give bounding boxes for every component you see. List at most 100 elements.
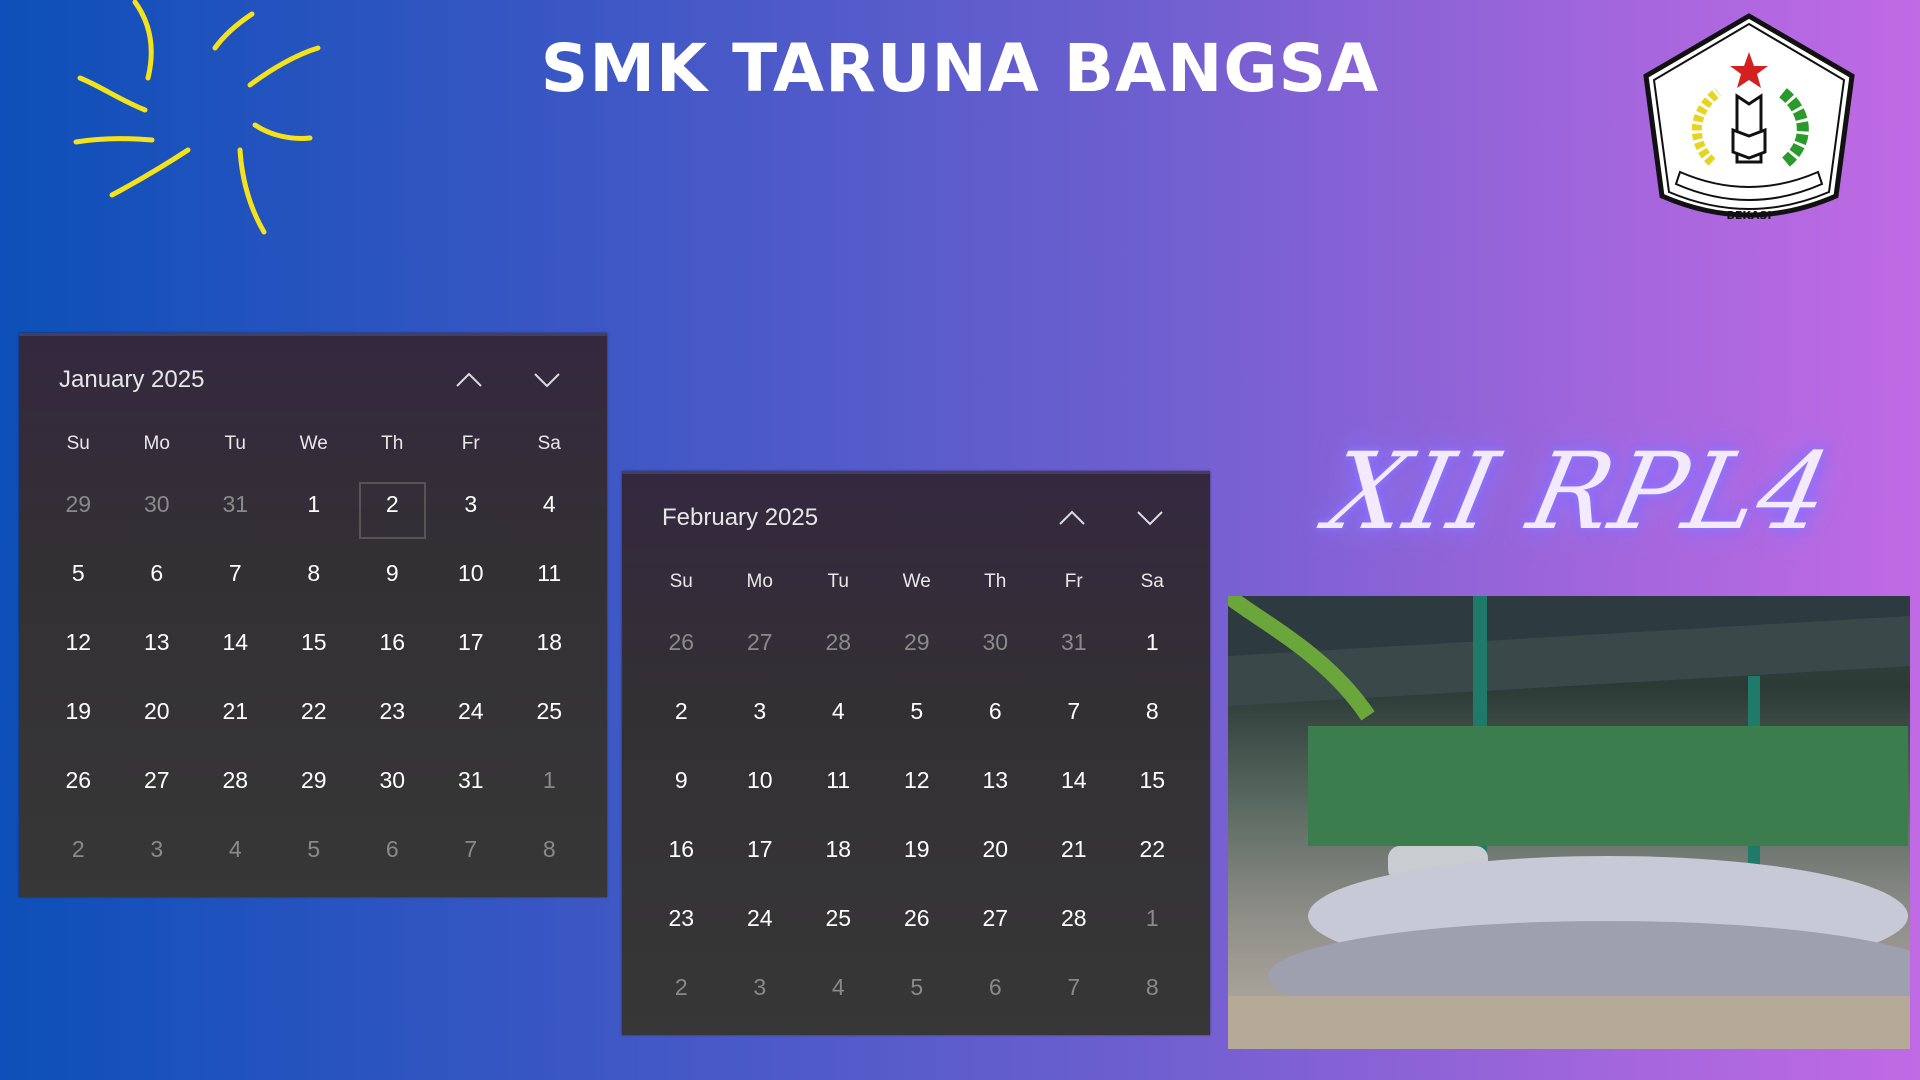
day-cell-other-month[interactable]: 1 <box>510 752 589 821</box>
day-cell[interactable]: 1 <box>275 476 354 545</box>
chevron-down-icon[interactable] <box>1132 502 1168 532</box>
day-cell[interactable]: 27 <box>118 752 197 821</box>
day-cell[interactable]: 15 <box>275 614 354 683</box>
day-cell[interactable]: 10 <box>721 752 800 821</box>
day-cell-other-month[interactable]: 3 <box>721 959 800 1028</box>
day-cell[interactable]: 25 <box>799 890 878 959</box>
day-cell[interactable]: 2 <box>353 476 432 545</box>
day-cell-other-month[interactable]: 5 <box>878 959 957 1028</box>
day-cell[interactable]: 23 <box>353 683 432 752</box>
day-cell[interactable]: 6 <box>956 683 1035 752</box>
day-cell[interactable]: 10 <box>432 545 511 614</box>
weekday-header: Fr <box>1064 571 1083 592</box>
weekday-header: Mo <box>746 571 773 592</box>
day-cell-other-month[interactable]: 8 <box>510 821 589 890</box>
day-cell-other-month[interactable]: 6 <box>353 821 432 890</box>
day-cell[interactable]: 4 <box>510 476 589 545</box>
day-cell[interactable]: 16 <box>353 614 432 683</box>
chevron-up-icon[interactable] <box>451 364 487 394</box>
day-cell[interactable]: 7 <box>196 545 275 614</box>
day-cell[interactable]: 9 <box>642 752 721 821</box>
day-cell[interactable]: 16 <box>642 821 721 890</box>
day-cell[interactable]: 2 <box>642 683 721 752</box>
day-cell-other-month[interactable]: 26 <box>642 614 721 683</box>
day-cell-other-month[interactable]: 29 <box>878 614 957 683</box>
day-cell-other-month[interactable]: 6 <box>956 959 1035 1028</box>
day-cell[interactable]: 8 <box>275 545 354 614</box>
day-cell-other-month[interactable]: 27 <box>721 614 800 683</box>
day-cell-other-month[interactable]: 8 <box>1113 959 1192 1028</box>
day-cell[interactable]: 14 <box>196 614 275 683</box>
day-cell-other-month[interactable]: 2 <box>39 821 118 890</box>
day-cell[interactable]: 31 <box>432 752 511 821</box>
day-cell[interactable]: 13 <box>118 614 197 683</box>
weekday-header: We <box>902 571 931 592</box>
day-cell[interactable]: 22 <box>275 683 354 752</box>
day-cell-other-month[interactable]: 28 <box>799 614 878 683</box>
day-cell[interactable]: 19 <box>39 683 118 752</box>
day-cell[interactable]: 12 <box>878 752 957 821</box>
calendar-january: January 2025 Su Mo Tu We Th Fr Sa 29 30 31 1 2 3 4 5 6 7 8… <box>19 333 607 897</box>
day-cell[interactable]: 17 <box>432 614 511 683</box>
calendar-grid: Su Mo Tu We Th Fr Sa 29 30 31 1 2 3 4 5 6 7 8 9 10 11 12 13 14 1… <box>39 426 589 890</box>
day-cell[interactable]: 7 <box>1035 683 1114 752</box>
chevron-up-icon[interactable] <box>1054 502 1090 532</box>
day-cell[interactable]: 6 <box>118 545 197 614</box>
weekday-header: Sa <box>1140 571 1164 592</box>
day-cell-other-month[interactable]: 30 <box>956 614 1035 683</box>
day-cell-other-month[interactable]: 2 <box>642 959 721 1028</box>
day-cell[interactable]: 24 <box>432 683 511 752</box>
school-logo: BEKASI <box>1643 13 1855 222</box>
day-cell[interactable]: 30 <box>353 752 432 821</box>
day-cell[interactable]: 22 <box>1113 821 1192 890</box>
day-cell[interactable]: 27 <box>956 890 1035 959</box>
day-cell[interactable]: 13 <box>956 752 1035 821</box>
chevron-down-icon[interactable] <box>529 364 565 394</box>
day-cell-other-month[interactable]: 5 <box>275 821 354 890</box>
day-cell[interactable]: 18 <box>510 614 589 683</box>
day-cell[interactable]: 9 <box>353 545 432 614</box>
day-cell-other-month[interactable]: 4 <box>799 959 878 1028</box>
day-cell-other-month[interactable]: 30 <box>118 476 197 545</box>
day-cell[interactable]: 25 <box>510 683 589 752</box>
day-cell-other-month[interactable]: 3 <box>118 821 197 890</box>
day-cell[interactable]: 15 <box>1113 752 1192 821</box>
calendar-february: February 2025 Su Mo Tu We Th Fr Sa 26 27 28 29 30 31 1… <box>622 471 1210 1035</box>
day-cell[interactable]: 21 <box>1035 821 1114 890</box>
day-cell[interactable]: 8 <box>1113 683 1192 752</box>
day-cell[interactable]: 23 <box>642 890 721 959</box>
day-cell-other-month[interactable]: 29 <box>39 476 118 545</box>
day-cell[interactable]: 3 <box>432 476 511 545</box>
weekday-header: We <box>299 433 328 454</box>
month-year-label: February 2025 <box>662 504 819 531</box>
day-cell[interactable]: 3 <box>721 683 800 752</box>
day-cell[interactable]: 5 <box>878 683 957 752</box>
day-cell[interactable]: 26 <box>39 752 118 821</box>
day-cell[interactable]: 29 <box>275 752 354 821</box>
day-cell[interactable]: 28 <box>196 752 275 821</box>
day-cell[interactable]: 17 <box>721 821 800 890</box>
day-cell[interactable]: 4 <box>799 683 878 752</box>
day-cell[interactable]: 5 <box>39 545 118 614</box>
day-cell[interactable]: 19 <box>878 821 957 890</box>
sparkle-doodle-icon <box>73 0 321 235</box>
calendar-grid: Su Mo Tu We Th Fr Sa 26 27 28 29 30 31 1 2 3 4 5 6 7 8 9 10 11 1… <box>642 564 1192 1028</box>
day-cell-other-month[interactable]: 7 <box>432 821 511 890</box>
day-cell[interactable]: 11 <box>510 545 589 614</box>
day-cell[interactable]: 21 <box>196 683 275 752</box>
day-cell-other-month[interactable]: 31 <box>196 476 275 545</box>
day-cell[interactable]: 20 <box>956 821 1035 890</box>
day-cell-other-month[interactable]: 7 <box>1035 959 1114 1028</box>
day-cell[interactable]: 28 <box>1035 890 1114 959</box>
day-cell-other-month[interactable]: 4 <box>196 821 275 890</box>
day-cell[interactable]: 12 <box>39 614 118 683</box>
day-cell[interactable]: 20 <box>118 683 197 752</box>
day-cell[interactable]: 24 <box>721 890 800 959</box>
day-cell-other-month[interactable]: 1 <box>1113 890 1192 959</box>
day-cell-other-month[interactable]: 31 <box>1035 614 1114 683</box>
day-cell[interactable]: 1 <box>1113 614 1192 683</box>
day-cell[interactable]: 18 <box>799 821 878 890</box>
day-cell[interactable]: 14 <box>1035 752 1114 821</box>
day-cell[interactable]: 11 <box>799 752 878 821</box>
day-cell[interactable]: 26 <box>878 890 957 959</box>
